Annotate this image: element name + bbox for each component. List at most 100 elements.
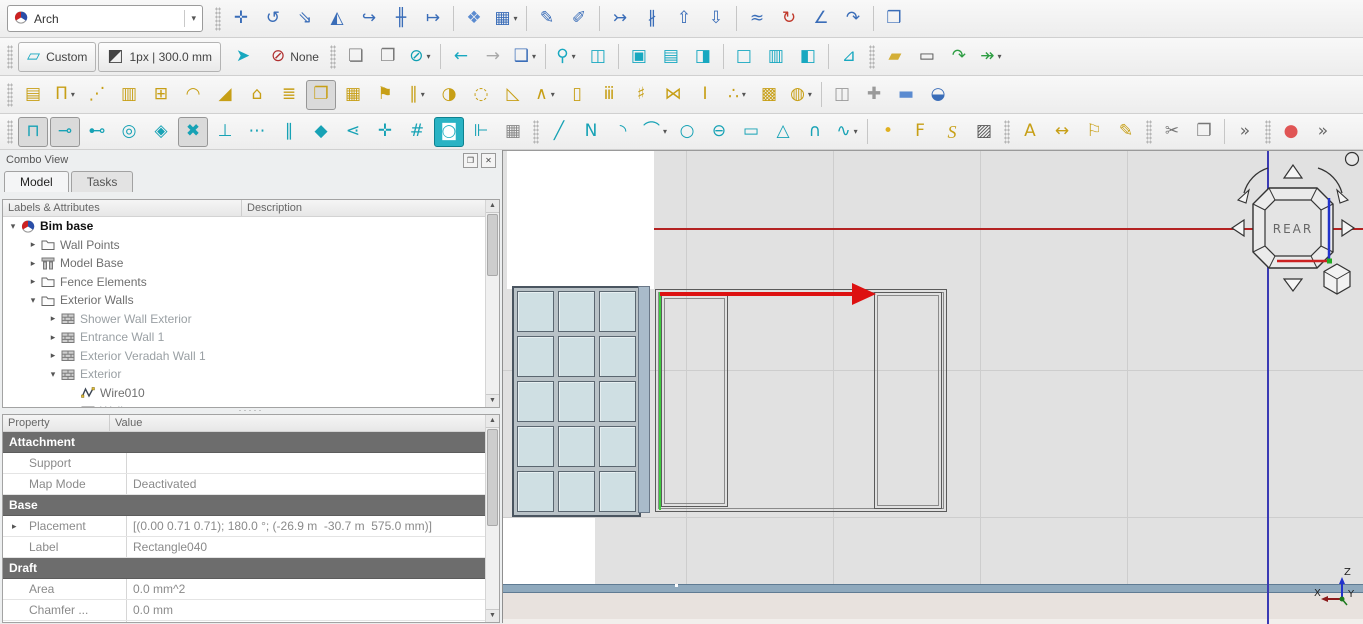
draft-point-array-button[interactable]: ↻ xyxy=(774,4,804,34)
arch-axis-button[interactable]: ∥▾ xyxy=(402,80,432,110)
arch-cut-plane-button[interactable]: ◫ xyxy=(827,80,857,110)
toolbar-grip[interactable] xyxy=(7,120,13,144)
toolbar-grip[interactable] xyxy=(1265,120,1271,144)
panel-splitter[interactable]: ····· xyxy=(0,406,502,414)
tree-expand-icon[interactable]: ▾ xyxy=(47,369,59,380)
highlighted-edge[interactable] xyxy=(659,292,661,510)
combo-view-titlebar[interactable]: Combo View ❐ ✕ xyxy=(0,150,502,170)
glazed-window[interactable] xyxy=(512,286,641,517)
export-as-button[interactable]: ↠▾ xyxy=(976,42,1006,72)
wall-face-white[interactable] xyxy=(507,151,654,289)
tree-item-wire010[interactable]: Wire010 xyxy=(3,384,486,403)
export-button[interactable]: ↷ xyxy=(944,42,974,72)
draft-clone-button[interactable]: ❖ xyxy=(459,4,489,34)
property-group-draft[interactable]: Draft xyxy=(3,558,486,579)
window-pane[interactable] xyxy=(517,336,554,377)
nav-arrow-down[interactable] xyxy=(1284,279,1302,291)
arch-truss-button[interactable]: ⋈ xyxy=(658,80,688,110)
draft-move-button[interactable]: ✛ xyxy=(226,4,256,34)
window-pane[interactable] xyxy=(517,291,554,332)
property-group-attachment[interactable]: Attachment xyxy=(3,432,486,453)
draft-split-button[interactable]: ∦ xyxy=(637,4,667,34)
window-pane[interactable] xyxy=(517,426,554,467)
draft-bezier-dropdown-icon[interactable]: ▾ xyxy=(854,127,858,136)
toolbar-grip[interactable] xyxy=(7,83,13,107)
tree-expand-icon[interactable]: ▸ xyxy=(27,239,39,250)
view-axonometric-button[interactable]: ◫ xyxy=(583,42,613,72)
property-value[interactable]: 0.0 mm^2 xyxy=(127,579,486,599)
property-row-placement[interactable]: ▸Placement[(0.00 0.71 0.71); 180.0 °; (-… xyxy=(3,516,486,537)
nav-rotate-left-arrowhead[interactable] xyxy=(1238,190,1249,203)
arch-material-button[interactable]: ◍▾ xyxy=(786,80,816,110)
tree-expand-icon[interactable]: ▸ xyxy=(27,276,39,287)
nav-rotate-free-icon[interactable] xyxy=(1346,153,1359,166)
property-row-map-mode[interactable]: Map ModeDeactivated xyxy=(3,474,486,495)
tree-item-shower-wall-exterior[interactable]: ▸Shower Wall Exterior xyxy=(3,310,486,329)
arch-panel-button[interactable]: ▯ xyxy=(562,80,592,110)
arch-fence-button[interactable]: ♯ xyxy=(626,80,656,110)
floor-slab[interactable] xyxy=(503,584,1363,593)
snap-dimensions-button[interactable]: ⊩ xyxy=(466,117,496,147)
snap-special-button[interactable]: ◆ xyxy=(306,117,336,147)
scroll-up-icon[interactable]: ▲ xyxy=(486,200,499,213)
tree-scrollbar[interactable]: ▲ ▼ xyxy=(485,200,499,407)
nav-arrow-right[interactable] xyxy=(1342,220,1354,236)
property-scrollbar[interactable]: ▲ ▼ xyxy=(485,415,499,622)
window-pane[interactable] xyxy=(558,471,595,512)
nav-arrow-left[interactable] xyxy=(1232,220,1244,236)
wall-sketch-left-panel[interactable] xyxy=(661,295,728,507)
window-pane[interactable] xyxy=(558,291,595,332)
nav-cube-face-label[interactable]: REAR xyxy=(1273,222,1313,236)
draft-shapestring-button[interactable]: S xyxy=(937,117,967,147)
export-as-dropdown-icon[interactable]: ▾ xyxy=(998,52,1002,61)
snap-perpendicular-button[interactable]: ⊥ xyxy=(210,117,240,147)
snap-midpoint-button[interactable]: ⊷ xyxy=(82,117,112,147)
toolbar-grip[interactable] xyxy=(869,45,875,69)
draft-upgrade-button[interactable]: ⇧ xyxy=(669,4,699,34)
tree-expand-icon[interactable]: ▸ xyxy=(47,313,59,324)
draft-mirror-button[interactable]: ◭ xyxy=(322,4,352,34)
draft-downgrade-button[interactable]: ⇩ xyxy=(701,4,731,34)
snap-endpoint-button[interactable]: ⊸ xyxy=(50,117,80,147)
tree-expand-icon[interactable]: ▸ xyxy=(27,258,39,269)
arch-roof-dropdown-icon[interactable]: ▾ xyxy=(551,90,555,99)
draft-rectangle-button[interactable]: ▭ xyxy=(736,117,766,147)
close-panel-button[interactable]: ✕ xyxy=(481,153,496,168)
tree-expand-icon[interactable]: ▸ xyxy=(47,332,59,343)
draft-subelement-highlight-button[interactable]: ✐ xyxy=(564,4,594,34)
tree-scrollbar-thumb[interactable] xyxy=(487,214,498,276)
arch-schedule-button[interactable]: ▩ xyxy=(754,80,784,110)
property-value[interactable]: Deactivated xyxy=(127,474,486,494)
box-selection-button[interactable]: ❐ xyxy=(373,42,403,72)
workbench-dropdown-icon[interactable]: ▾ xyxy=(184,10,196,27)
nav-rotate-left-icon[interactable] xyxy=(1244,168,1268,193)
draft-polyline-button[interactable]: Ν xyxy=(576,117,606,147)
nav-back-button[interactable]: ← xyxy=(446,42,476,72)
tree-expand-icon[interactable]: ▸ xyxy=(47,350,59,361)
wall-face-white-lower[interactable] xyxy=(503,518,595,584)
arch-roof-button[interactable]: ∧▾ xyxy=(530,80,560,110)
draft-flip-dimension-button[interactable]: ↷ xyxy=(838,4,868,34)
arch-building-part-button[interactable]: ⊞ xyxy=(146,80,176,110)
tree-item-wall-points[interactable]: ▸Wall Points xyxy=(3,236,486,255)
workbench-selector[interactable]: Arch ▾ xyxy=(7,5,203,32)
arch-pipe-button[interactable]: ∴▾ xyxy=(722,80,752,110)
arch-wall-button[interactable]: ▤ xyxy=(18,80,48,110)
arch-section-plane-button[interactable]: ◑ xyxy=(434,80,464,110)
tree-item-exterior-veradah-wall-1[interactable]: ▸Exterior Veradah Wall 1 xyxy=(3,347,486,366)
property-value[interactable]: [(0.00 0.71 0.71); 180.0 °; (-26.9 m -30… xyxy=(127,516,486,536)
snap-parallel-button[interactable]: ∥ xyxy=(274,117,304,147)
window-pane[interactable] xyxy=(599,381,636,422)
autogroup-button[interactable]: ⊘None xyxy=(265,43,325,71)
property-row-chamfer-[interactable]: Chamfer ...0.0 mm xyxy=(3,600,486,621)
tree-expand-icon[interactable]: ▾ xyxy=(7,221,19,232)
view-bottom-button[interactable]: ▥ xyxy=(761,42,791,72)
arch-profile-button[interactable]: Ⅰ xyxy=(690,80,720,110)
arch-project-button[interactable]: ◠ xyxy=(178,80,208,110)
window-pane[interactable] xyxy=(558,426,595,467)
working-plane-button[interactable]: ▱Custom xyxy=(18,42,96,72)
tab-model[interactable]: Model xyxy=(4,171,69,192)
link-navigation-button[interactable]: ❑▾ xyxy=(510,42,540,72)
floating-window-button[interactable]: ▭ xyxy=(912,42,942,72)
snap-intersection-button[interactable]: ✖ xyxy=(178,117,208,147)
